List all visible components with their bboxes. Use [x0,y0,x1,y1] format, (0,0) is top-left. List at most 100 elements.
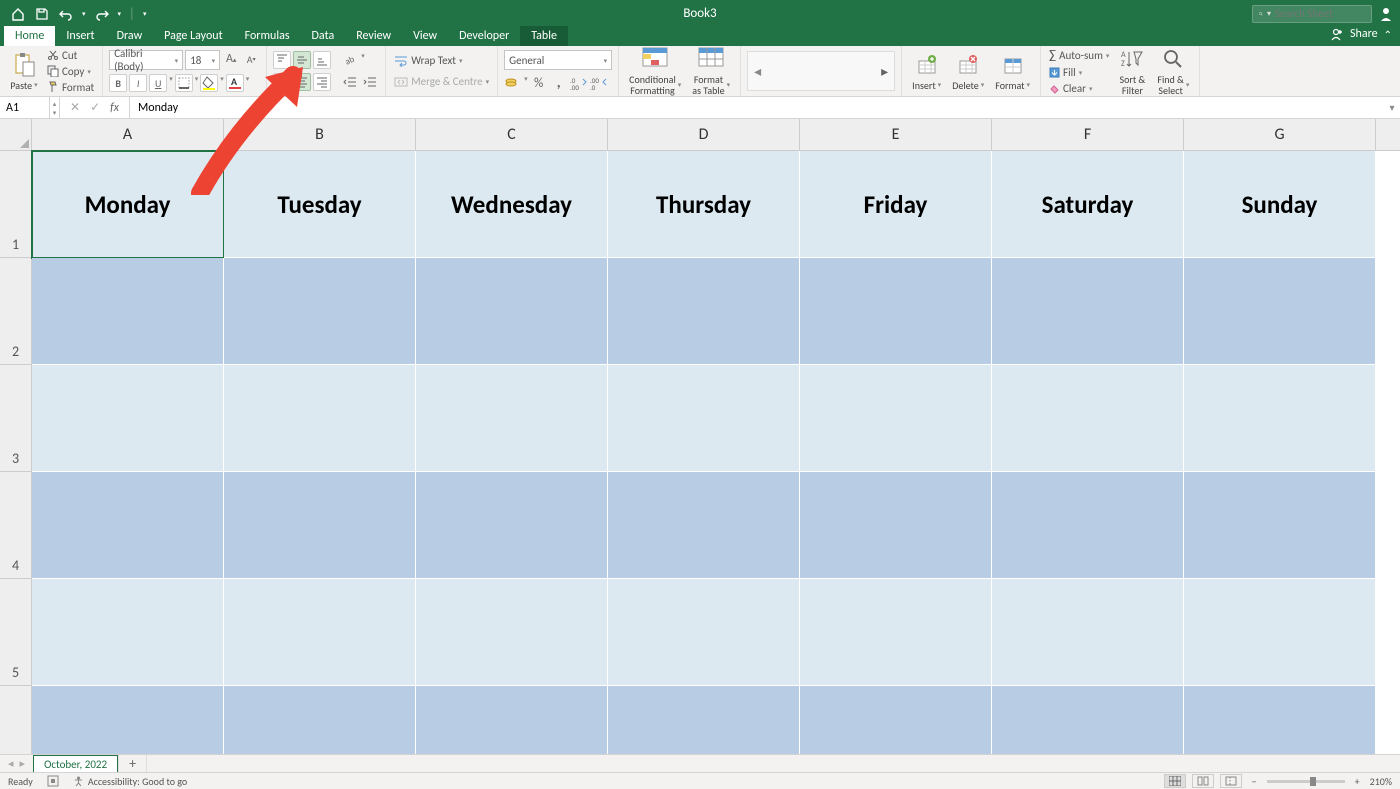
insert-cells-button[interactable]: Insert▾ [908,50,945,93]
increase-font-icon[interactable]: A▴ [222,50,240,68]
name-box-stepper[interactable]: ▴▾ [50,97,60,118]
tab-developer[interactable]: Developer [448,26,520,46]
wrap-text-button[interactable]: Wrap Text▾ [392,53,491,68]
clear-button[interactable]: Clear▾ [1047,81,1111,96]
row-header-2[interactable]: 2 [0,258,31,365]
home-icon[interactable] [10,6,26,22]
decrease-decimal-icon[interactable]: .00.0 [590,74,608,92]
tab-page-layout[interactable]: Page Layout [153,26,233,46]
col-header-e[interactable]: E [800,119,992,150]
copy-button[interactable]: Copy▾ [45,64,96,79]
cell-d2[interactable] [608,258,800,365]
paste-button[interactable]: Paste▾ [6,50,42,93]
row-header-3[interactable]: 3 [0,365,31,472]
name-box[interactable]: A1 [0,97,50,118]
col-header-a[interactable]: A [32,119,224,150]
align-bottom-icon[interactable] [313,51,331,69]
number-format-select[interactable]: General▾ [504,50,612,70]
row-header-4[interactable]: 4 [0,472,31,579]
bold-button[interactable]: B [109,74,127,92]
cell-a3[interactable] [32,365,224,472]
cell-c2[interactable] [416,258,608,365]
row-header-1[interactable]: 1 [0,151,31,258]
sort-filter-button[interactable]: AZ Sort & Filter [1114,44,1150,98]
format-as-table-button[interactable]: Format as Table▾ [688,44,734,98]
border-button[interactable] [175,74,193,92]
cell-e2[interactable] [800,258,992,365]
cell-f2[interactable] [992,258,1184,365]
cell-d4[interactable] [608,472,800,579]
cell-f6[interactable] [992,686,1184,754]
cell-g3[interactable] [1184,365,1376,472]
cell-a4[interactable] [32,472,224,579]
percent-icon[interactable]: % [530,74,548,92]
cell-f1[interactable]: Saturday [992,151,1184,258]
add-sheet-button[interactable]: + [118,755,147,772]
enter-formula-icon[interactable]: ✓ [90,100,100,115]
macro-icon[interactable] [47,775,59,787]
cell-b2[interactable] [224,258,416,365]
cell-d3[interactable] [608,365,800,472]
zoom-slider[interactable] [1267,780,1345,783]
tab-review[interactable]: Review [345,26,402,46]
cell-styles-gallery[interactable]: ◂ ▸ [747,51,895,91]
orientation-icon[interactable]: ab [341,51,359,69]
cell-e1[interactable]: Friday [800,151,992,258]
fx-icon[interactable]: fx [110,101,119,115]
zoom-in-button[interactable]: + [1351,775,1364,788]
increase-decimal-icon[interactable]: .0.00 [570,74,588,92]
cell-g6[interactable] [1184,686,1376,754]
cell-e5[interactable] [800,579,992,686]
cancel-formula-icon[interactable]: ✕ [70,100,80,115]
collapse-ribbon-icon[interactable]: ⌃ [1384,28,1392,41]
tab-data[interactable]: Data [301,26,346,46]
font-color-button[interactable]: A [226,74,244,92]
decrease-indent-icon[interactable] [341,73,359,91]
cell-d5[interactable] [608,579,800,686]
fill-color-button[interactable] [200,74,218,92]
cell-e3[interactable] [800,365,992,472]
normal-view-button[interactable] [1164,774,1186,788]
cell-g2[interactable] [1184,258,1376,365]
row-header-6[interactable] [0,686,31,754]
page-break-view-button[interactable] [1220,774,1242,788]
conditional-formatting-button[interactable]: Conditional Formatting▾ [625,44,685,98]
tab-formulas[interactable]: Formulas [234,26,301,46]
formula-input[interactable]: Monday [130,101,1384,115]
cell-d1[interactable]: Thursday [608,151,800,258]
autosum-button[interactable]: ∑Auto-sum▾ [1047,47,1111,64]
search-sheet-box[interactable]: ▾ [1252,5,1372,23]
cell-b4[interactable] [224,472,416,579]
select-all-button[interactable] [0,119,32,151]
font-name-select[interactable]: Calibri (Body)▾ [109,50,183,70]
cell-a1[interactable]: Monday [32,151,224,258]
zoom-level[interactable]: 210% [1370,775,1392,788]
zoom-out-button[interactable]: − [1248,775,1261,788]
cell-c5[interactable] [416,579,608,686]
share-button[interactable]: Share [1350,27,1378,41]
align-right-icon[interactable] [313,73,331,91]
sheet-next-icon[interactable]: ▸ [20,757,26,770]
col-header-f[interactable]: F [992,119,1184,150]
align-left-icon[interactable] [273,73,291,91]
expand-formula-bar-icon[interactable]: ▾ [1384,101,1400,114]
cell-f5[interactable] [992,579,1184,686]
tab-insert[interactable]: Insert [55,26,105,46]
save-icon[interactable] [34,6,50,22]
delete-cells-button[interactable]: Delete▾ [948,50,988,93]
tab-view[interactable]: View [402,26,448,46]
increase-indent-icon[interactable] [361,73,379,91]
cell-g1[interactable]: Sunday [1184,151,1376,258]
decrease-font-icon[interactable]: A▾ [242,50,260,68]
format-painter-button[interactable]: Format [45,80,96,95]
find-select-button[interactable]: Find & Select▾ [1153,44,1193,98]
col-header-c[interactable]: C [416,119,608,150]
tab-draw[interactable]: Draw [106,26,154,46]
align-top-icon[interactable] [273,51,291,69]
cell-e4[interactable] [800,472,992,579]
fill-button[interactable]: Fill▾ [1047,65,1111,80]
redo-icon[interactable] [94,6,110,22]
user-icon[interactable] [1378,6,1394,22]
cell-g4[interactable] [1184,472,1376,579]
cell-a5[interactable] [32,579,224,686]
